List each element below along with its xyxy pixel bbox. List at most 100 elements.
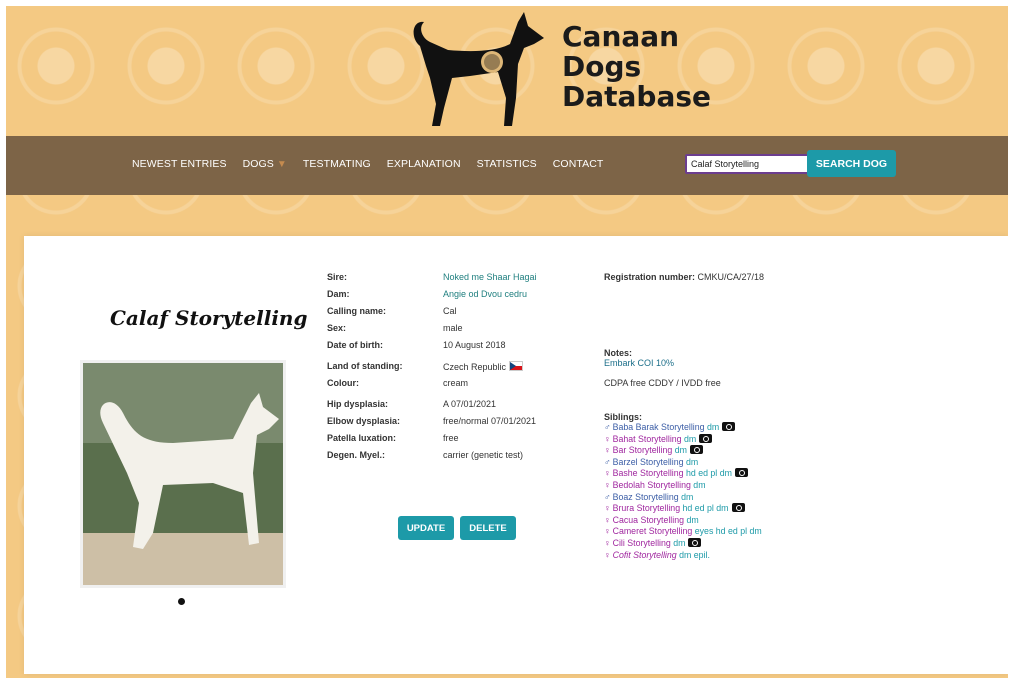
female-symbol-icon: ♀ [604, 503, 611, 514]
site-title-line2: Dogs [562, 50, 642, 83]
nav-contact[interactable]: CONTACT [553, 158, 604, 170]
camera-icon[interactable] [688, 537, 702, 547]
detail-value: 10 August 2018 [443, 340, 506, 350]
notes-label: Notes: [604, 348, 633, 358]
dog-logo-icon[interactable] [400, 8, 550, 132]
notes-health: CDPA free CDDY / IVDD free [604, 378, 721, 388]
female-symbol-icon: ♀ [604, 479, 611, 490]
registration-label: Registration number: [604, 272, 696, 282]
male-symbol-icon: ♂ [604, 422, 611, 432]
dog-detail-card: Calaf Storytelling Sire: Noked me Shaar … [24, 236, 1008, 674]
search-dog-button[interactable]: SEARCH DOG [807, 150, 896, 177]
site-header: Canaan Dogs Database [6, 6, 1008, 136]
female-symbol-icon: ♀ [604, 468, 611, 479]
right-info-panel: Registration number: CMKU/CA/27/18 Notes… [604, 272, 764, 561]
chevron-down-icon: ▼ [276, 159, 287, 170]
nav-dogs-label: DOGS [242, 158, 274, 170]
site-title[interactable]: Canaan Dogs Database [562, 22, 711, 112]
detail-label: Calling name: [327, 306, 387, 316]
page-frame: Canaan Dogs Database NEWEST ENTRIES DOGS… [6, 6, 1008, 678]
nav-menu: NEWEST ENTRIES DOGS ▼ TESTMATING EXPLANAT… [132, 158, 619, 170]
delete-button[interactable]: DELETE [460, 516, 516, 540]
dog-photo-image [83, 363, 283, 585]
sibling-link[interactable]: Brura Storytelling [613, 503, 680, 513]
sibling-item: ♀ Bashe Storytelling hd ed pl dm [604, 468, 764, 480]
sibling-link[interactable]: Bashe Storytelling [613, 468, 684, 478]
camera-icon[interactable] [689, 445, 703, 455]
detail-label: Colour: [327, 378, 359, 388]
sibling-item: ♀ Bar Storytelling dm [604, 445, 764, 457]
country-name: Czech Republic [443, 362, 507, 372]
siblings-section: Siblings: ♂ Baba Barak Storytelling dm ♀ Ba… [604, 412, 764, 561]
detail-value: A 07/01/2021 [443, 399, 497, 409]
sibling-health-tags: dm [704, 422, 720, 432]
search-input[interactable] [685, 154, 811, 174]
detail-label: Sex: [327, 323, 347, 333]
siblings-list: ♂ Baba Barak Storytelling dm ♀ Bahat Storyt… [604, 422, 764, 561]
sibling-link[interactable]: Cili Storytelling [613, 538, 671, 548]
sibling-link[interactable]: Cacua Storytelling [613, 515, 684, 525]
sibling-item: ♂ Baba Barak Storytelling dm [604, 422, 764, 434]
camera-icon[interactable] [699, 433, 713, 443]
female-symbol-icon: ♀ [604, 549, 611, 560]
site-title-line3: Database [562, 80, 712, 113]
camera-icon[interactable] [734, 468, 748, 478]
detail-label: Date of birth: [327, 340, 383, 350]
sibling-health-tags: dm [678, 491, 694, 502]
czech-flag-icon [509, 361, 524, 371]
female-symbol-icon: ♀ [604, 537, 611, 548]
detail-value: free [443, 433, 459, 443]
sibling-item: ♂ Barzel Storytelling dm [604, 457, 764, 469]
nav-explanation[interactable]: EXPLANATION [387, 158, 461, 170]
camera-icon[interactable] [731, 503, 745, 513]
detail-value: Czech Republic [443, 361, 524, 372]
sibling-item: ♀ Brura Storytelling hd ed pl dm [604, 503, 764, 515]
sibling-health-tags: eyes hd ed pl dm [692, 526, 762, 537]
sire-link[interactable]: Noked me Shaar Hagai [443, 272, 537, 282]
sibling-item: ♀ Bedolah Storytelling dm [604, 480, 764, 492]
sibling-link[interactable]: Boaz Storytelling [613, 492, 679, 502]
sibling-link[interactable]: Bedolah Storytelling [613, 480, 691, 490]
sibling-health-tags: dm [690, 479, 706, 490]
detail-label: Dam: [327, 289, 350, 299]
sibling-item: ♀ Bahat Storytelling dm [604, 433, 764, 446]
sibling-link[interactable]: Baba Barak Storytelling [613, 422, 705, 432]
sibling-health-tags: dm [681, 433, 697, 444]
male-symbol-icon: ♂ [604, 491, 611, 502]
registration-row: Registration number: CMKU/CA/27/18 [604, 272, 764, 282]
sibling-item: ♀ Cacua Storytelling dm [604, 515, 764, 527]
sibling-item: ♀ Cofit Storytelling dm epil. [604, 550, 764, 562]
nav-statistics[interactable]: STATISTICS [477, 158, 537, 170]
sibling-health-tags: dm epil. [676, 549, 710, 560]
sibling-health-tags: dm [670, 537, 686, 548]
nav-testmating[interactable]: TESTMATING [303, 158, 371, 170]
sibling-health-tags: dm [683, 456, 699, 467]
dam-link[interactable]: Angie od Dvou cedru [443, 289, 527, 299]
site-title-line1: Canaan [562, 20, 680, 53]
detail-value: carrier (genetic test) [443, 450, 524, 460]
detail-label: Hip dysplasia: [327, 399, 389, 409]
camera-icon[interactable] [722, 422, 736, 431]
female-symbol-icon: ♀ [604, 433, 611, 444]
notes-section: Notes: Embark COI 10% CDPA free CDDY / I… [604, 348, 764, 388]
update-button[interactable]: UPDATE [398, 516, 454, 540]
detail-value: free/normal 07/01/2021 [443, 416, 537, 426]
notes-embark-coi: Embark COI 10% [604, 358, 675, 368]
main-navbar: NEWEST ENTRIES DOGS ▼ TESTMATING EXPLANAT… [6, 136, 1008, 195]
carousel-dot[interactable] [178, 598, 185, 605]
sibling-link[interactable]: Cofit Storytelling [613, 550, 677, 560]
nav-newest-entries[interactable]: NEWEST ENTRIES [132, 158, 227, 170]
sibling-link[interactable]: Cameret Storytelling [613, 526, 693, 536]
detail-value: Cal [443, 306, 457, 316]
sibling-link[interactable]: Bar Storytelling [613, 445, 673, 455]
sibling-link[interactable]: Barzel Storytelling [613, 457, 684, 467]
dog-photo[interactable] [80, 360, 286, 588]
detail-label: Patella luxation: [327, 433, 397, 443]
sibling-link[interactable]: Bahat Storytelling [613, 434, 682, 444]
sibling-item: ♂ Boaz Storytelling dm [604, 492, 764, 504]
sibling-health-tags: dm [684, 514, 699, 525]
sibling-item: ♀ Cili Storytelling dm [604, 537, 764, 550]
detail-label: Sire: [327, 272, 348, 282]
detail-label: Degen. Myel.: [327, 450, 386, 460]
nav-dogs[interactable]: DOGS ▼ [243, 158, 287, 170]
